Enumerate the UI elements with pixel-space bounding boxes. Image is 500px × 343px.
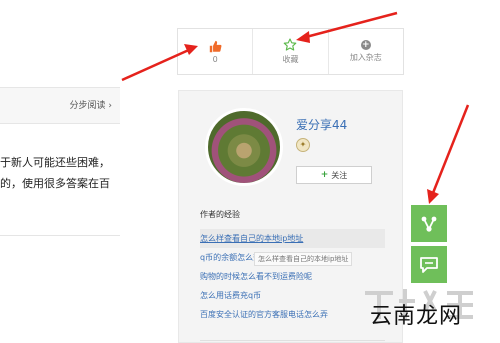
experience-link[interactable]: 怎么样查看自己的本地ip地址 bbox=[200, 229, 385, 248]
action-bar: 0 收藏 + 加入杂志 bbox=[177, 28, 404, 75]
share-button[interactable] bbox=[411, 205, 447, 242]
follow-label: 关注 bbox=[331, 170, 348, 180]
favorite-button[interactable]: 收藏 bbox=[252, 29, 327, 74]
article-line: 于新人可能还些困难， bbox=[0, 156, 110, 169]
add-to-magazine-button[interactable]: + 加入杂志 bbox=[327, 29, 403, 74]
comment-icon bbox=[420, 256, 438, 273]
arrow-to-share bbox=[427, 104, 470, 204]
share-icon bbox=[421, 216, 437, 232]
article-divider bbox=[0, 235, 120, 236]
follow-button[interactable]: + 关注 bbox=[296, 166, 372, 184]
like-button[interactable]: 0 bbox=[178, 29, 252, 74]
experience-title: 作者的经验 bbox=[200, 210, 240, 219]
thumbs-up-icon bbox=[209, 40, 222, 52]
star-icon bbox=[284, 38, 297, 51]
comment-button[interactable] bbox=[411, 246, 447, 283]
plus-circle-icon: + bbox=[360, 40, 371, 50]
link-tooltip: 怎么样查看自己的本地ip地址 bbox=[254, 252, 353, 266]
watermark-text: 云南龙网 bbox=[370, 304, 463, 329]
favorite-label: 收藏 bbox=[282, 55, 299, 64]
plus-icon: + bbox=[320, 170, 329, 180]
article-body: 于新人可能还些困难， 的，使用很多答案在百 bbox=[0, 152, 118, 194]
article-line: 的，使用很多答案在百 bbox=[0, 177, 110, 190]
step-reading-link[interactable]: 分步阅读 › bbox=[70, 98, 112, 111]
step-reading-bar: 分步阅读 › bbox=[0, 87, 120, 124]
avatar[interactable] bbox=[205, 108, 283, 186]
magazine-label: 加入杂志 bbox=[349, 53, 382, 62]
like-count: 0 bbox=[212, 54, 218, 64]
author-name[interactable]: 爱分享44 bbox=[296, 116, 347, 133]
medal-icon: ✦ bbox=[296, 138, 310, 152]
